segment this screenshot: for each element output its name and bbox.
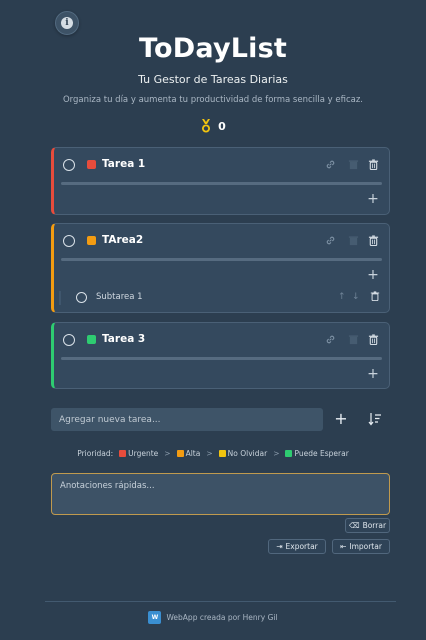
legend-item-urgente: Urgente bbox=[119, 449, 158, 458]
legend-item-no-olvidar: No Olvidar bbox=[218, 449, 267, 458]
trash-icon[interactable] bbox=[368, 235, 379, 246]
medal-count: 0 bbox=[218, 119, 226, 133]
add-task-button[interactable]: + bbox=[334, 411, 348, 427]
priority-indicator bbox=[87, 160, 96, 169]
quick-notes-textarea[interactable] bbox=[51, 473, 390, 515]
subtask-name[interactable]: Subtarea 1 bbox=[96, 292, 143, 302]
link-icon[interactable] bbox=[325, 235, 336, 246]
archive-icon[interactable] bbox=[348, 159, 359, 170]
task-card: TArea2 + Subtarea 1 ↑ ↓ bbox=[51, 223, 390, 313]
new-task-input[interactable] bbox=[51, 408, 323, 431]
info-icon: i bbox=[61, 17, 73, 29]
priority-indicator bbox=[87, 335, 96, 344]
priority-legend: Prioridad: Urgente > Alta > No Olvidar >… bbox=[77, 449, 349, 458]
task-checkbox[interactable] bbox=[63, 159, 75, 171]
add-subtask-button[interactable]: + bbox=[367, 268, 379, 282]
legend-item-alta: Alta bbox=[176, 449, 200, 458]
sort-icon[interactable] bbox=[368, 412, 382, 426]
subtask-checkbox[interactable] bbox=[76, 292, 87, 303]
priority-indicator bbox=[87, 236, 96, 245]
footer-credit: WebApp creada por Henry Gil bbox=[166, 613, 278, 622]
app-title: ToDayList bbox=[138, 33, 288, 64]
eraser-icon: ⌫ bbox=[348, 521, 360, 530]
subtask-item: Subtarea 1 ↑ ↓ bbox=[59, 291, 388, 309]
task-card: Tarea 1 + bbox=[51, 147, 390, 215]
info-button[interactable]: i bbox=[55, 11, 79, 35]
app-tagline: Organiza tu día y aumenta tu productivid… bbox=[62, 95, 364, 105]
legend-label: Prioridad: bbox=[77, 449, 114, 458]
import-icon: ⇤ bbox=[340, 542, 347, 551]
move-up-icon[interactable]: ↑ bbox=[338, 292, 346, 302]
webapp-logo-icon: W bbox=[148, 611, 162, 624]
link-icon[interactable] bbox=[325, 334, 336, 345]
add-subtask-button[interactable]: + bbox=[367, 367, 379, 381]
archive-icon[interactable] bbox=[348, 334, 359, 345]
subtask-indent-bar bbox=[59, 291, 61, 305]
task-name[interactable]: Tarea 3 bbox=[102, 333, 145, 345]
footer: W WebApp creada por Henry Gil bbox=[0, 611, 426, 624]
legend-item-puede-esperar: Puede Esperar bbox=[285, 449, 349, 458]
medal-counter: 0 bbox=[0, 119, 426, 133]
task-name[interactable]: TArea2 bbox=[102, 234, 143, 246]
archive-icon[interactable] bbox=[348, 235, 359, 246]
task-checkbox[interactable] bbox=[63, 235, 75, 247]
task-card: Tarea 3 + bbox=[51, 322, 390, 389]
task-progress-bar bbox=[61, 357, 382, 360]
export-button[interactable]: ⇥ Exportar bbox=[268, 539, 326, 554]
medal-icon bbox=[202, 119, 211, 133]
export-icon: ⇥ bbox=[276, 542, 283, 551]
trash-icon[interactable] bbox=[368, 334, 379, 345]
import-button[interactable]: ⇤ Importar bbox=[332, 539, 390, 554]
task-checkbox[interactable] bbox=[63, 334, 75, 346]
footer-divider bbox=[45, 601, 396, 602]
task-name[interactable]: Tarea 1 bbox=[102, 158, 145, 170]
clear-notes-button[interactable]: ⌫ Borrar bbox=[345, 518, 390, 533]
trash-icon[interactable] bbox=[368, 159, 379, 170]
link-icon[interactable] bbox=[325, 159, 336, 170]
task-progress-bar bbox=[61, 258, 382, 261]
task-progress-bar bbox=[61, 182, 382, 185]
app-subtitle: Tu Gestor de Tareas Diarias bbox=[138, 73, 288, 86]
add-subtask-button[interactable]: + bbox=[367, 192, 379, 206]
trash-icon[interactable] bbox=[370, 291, 380, 301]
move-down-icon[interactable]: ↓ bbox=[352, 292, 360, 302]
